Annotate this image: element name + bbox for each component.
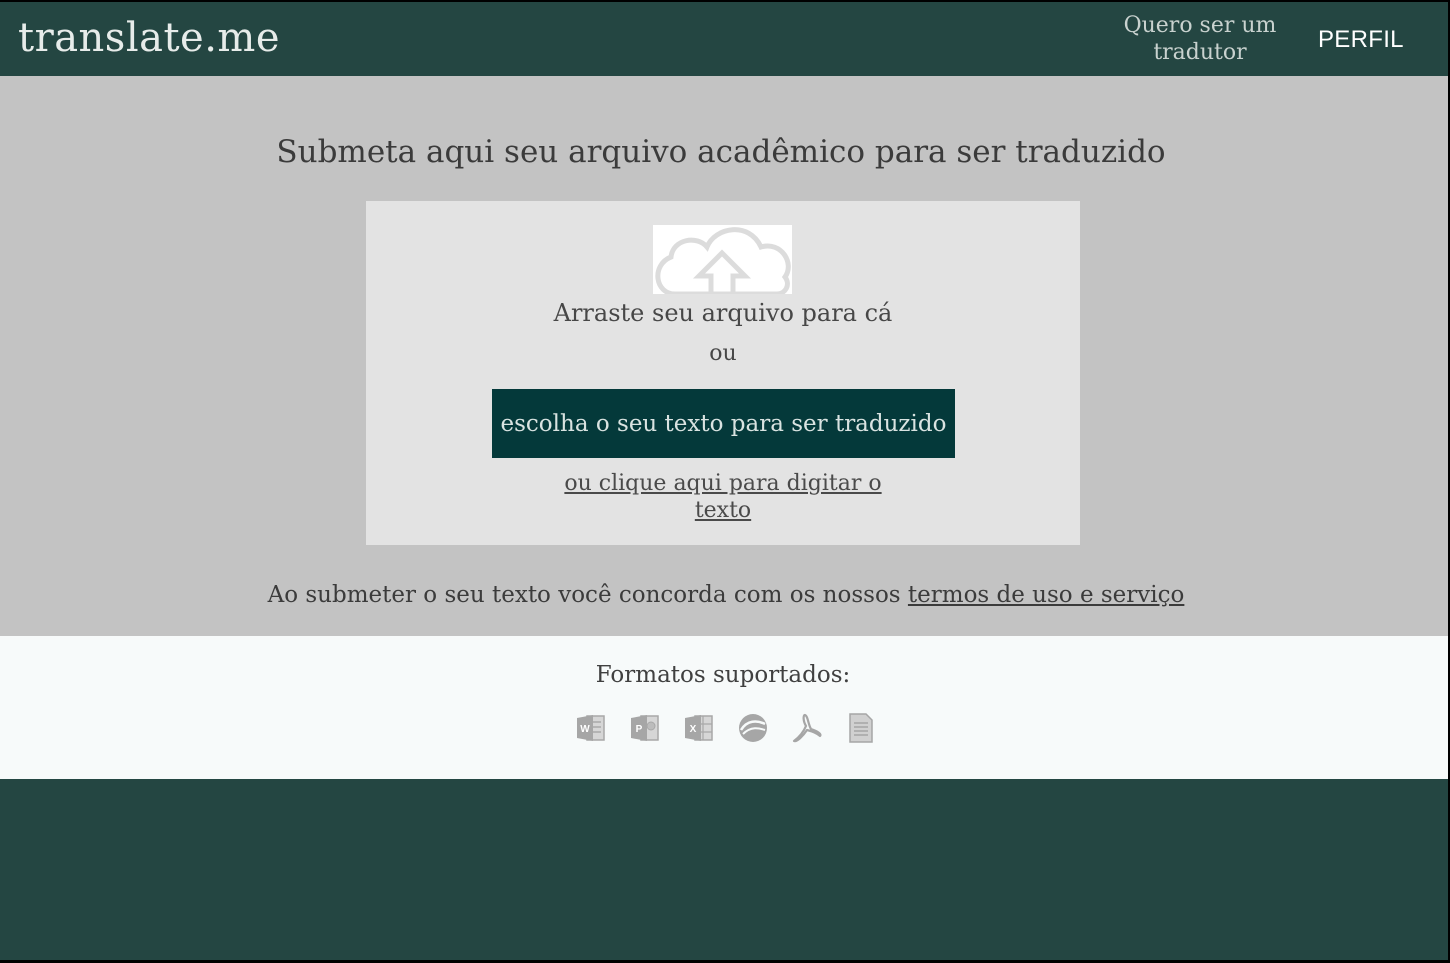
choose-file-button[interactable]: escolha o seu texto para ser traduzido <box>492 389 955 458</box>
powerpoint-icon: P <box>631 715 659 741</box>
excel-icon: X <box>685 715 713 741</box>
page-footer <box>0 779 1448 960</box>
file-drop-zone[interactable]: Arraste seu arquivo para cá ou escolha o… <box>366 201 1080 545</box>
become-translator-link[interactable]: Quero ser um tradutor <box>1110 12 1290 66</box>
terms-link[interactable]: termos de uso e serviço <box>908 582 1184 608</box>
drag-instruction: Arraste seu arquivo para cá <box>553 299 893 327</box>
pdf-icon <box>792 713 822 743</box>
text-file-icon <box>849 713 873 743</box>
formats-title: Formatos suportados: <box>595 662 851 688</box>
page-title: Submeta aqui seu arquivo acadêmico para … <box>276 134 1166 170</box>
cloud-upload-icon <box>653 225 792 297</box>
upload-section: Submeta aqui seu arquivo acadêmico para … <box>0 76 1448 636</box>
top-navbar: translate.me Quero ser um tradutor PERFI… <box>0 2 1448 76</box>
svg-text:W: W <box>580 724 590 735</box>
word-icon: W <box>577 715 605 741</box>
or-separator: ou <box>709 341 737 366</box>
terms-notice: Ao submeter o seu texto você concorda co… <box>0 582 1450 608</box>
app-frame: translate.me Quero ser um tradutor PERFI… <box>0 2 1448 960</box>
svg-text:X: X <box>690 724 697 735</box>
site-logo[interactable]: translate.me <box>18 16 280 60</box>
terms-text: Ao submeter o seu texto você concorda co… <box>267 582 908 608</box>
supported-formats-section: Formatos suportados: W P X <box>0 636 1448 779</box>
format-icon-row: W P X <box>575 711 877 745</box>
openoffice-icon <box>739 714 767 742</box>
svg-text:P: P <box>636 724 643 735</box>
profile-link[interactable]: PERFIL <box>1318 26 1404 54</box>
type-text-link[interactable]: ou clique aqui para digitar o texto <box>546 470 900 524</box>
